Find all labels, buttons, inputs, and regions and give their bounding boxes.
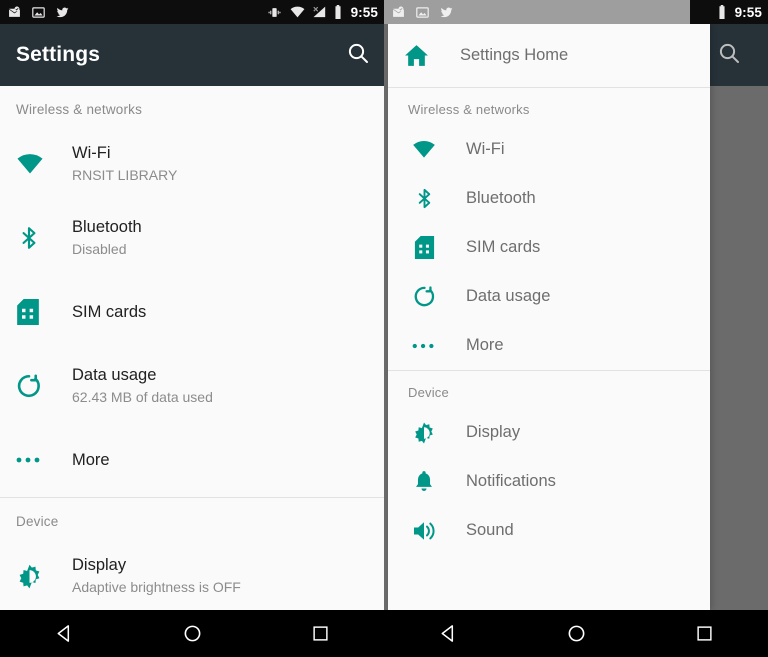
twitter-icon xyxy=(440,7,453,17)
settings-row-sim-cards[interactable]: SIM cards xyxy=(0,275,384,349)
drawer-item-label: Settings Home xyxy=(460,46,569,64)
more-dots-icon xyxy=(16,456,56,464)
settings-row-more[interactable]: More xyxy=(0,423,384,497)
drawer-item-more[interactable]: More xyxy=(388,321,710,370)
left-phone-screen: 9:55 Settings Wireless & networks Wi-Fi … xyxy=(0,0,384,657)
settings-toolbar: Settings xyxy=(0,24,384,86)
back-button[interactable] xyxy=(412,610,484,657)
bluetooth-icon xyxy=(16,225,56,251)
recents-button[interactable] xyxy=(668,610,740,657)
drawer-item-sound[interactable]: Sound xyxy=(388,506,710,555)
row-title: Bluetooth xyxy=(72,217,142,236)
settings-row-text: Bluetooth Disabled xyxy=(56,217,142,260)
drawer-item-label: SIM cards xyxy=(466,238,541,256)
sim-card-icon xyxy=(404,236,444,259)
data-usage-icon xyxy=(404,285,444,308)
image-icon xyxy=(32,6,45,18)
drawer-item-label: More xyxy=(466,336,504,354)
row-subtitle: Disabled xyxy=(72,241,127,258)
home-icon xyxy=(404,44,444,67)
settings-row-wifi[interactable]: Wi-Fi RNSIT LIBRARY xyxy=(0,127,384,201)
settings-row-text: SIM cards xyxy=(56,302,146,323)
status-bar-clock: 9:55 xyxy=(734,4,762,20)
vibrate-icon xyxy=(268,7,281,17)
drawer-section-header-wireless: Wireless & networks xyxy=(408,102,530,117)
drawer-section-header-device: Device xyxy=(408,385,449,400)
status-bar: 9:55 xyxy=(0,0,384,24)
search-icon[interactable] xyxy=(717,41,741,70)
sound-icon xyxy=(404,520,444,542)
bluetooth-icon xyxy=(404,187,444,210)
row-title: More xyxy=(72,450,110,469)
settings-row-text: Data usage 62.43 MB of data used xyxy=(56,365,213,408)
settings-row-bluetooth[interactable]: Bluetooth Disabled xyxy=(0,201,384,275)
row-title: Data usage xyxy=(72,365,157,384)
more-dots-icon xyxy=(404,342,444,350)
row-title: Display xyxy=(72,555,127,574)
drawer-item-notifications[interactable]: Notifications xyxy=(388,457,710,506)
settings-list[interactable]: Wireless & networks Wi-Fi RNSIT LIBRARY … xyxy=(0,86,384,610)
row-subtitle: 62.43 MB of data used xyxy=(72,389,213,406)
settings-row-display[interactable]: Display Adaptive brightness is OFF xyxy=(0,539,384,610)
wifi-icon xyxy=(404,140,444,159)
status-bar-clock: 9:55 xyxy=(350,4,378,20)
drawer-item-label: Bluetooth xyxy=(466,189,536,207)
page-title: Settings xyxy=(16,43,101,66)
wifi-icon xyxy=(16,153,56,175)
settings-row-data-usage[interactable]: Data usage 62.43 MB of data used xyxy=(0,349,384,423)
sim-card-icon xyxy=(16,299,56,325)
navigation-bar xyxy=(0,610,384,657)
right-phone-screen: 9:55 Settings Home Wireless & networks W… xyxy=(384,0,768,657)
wifi-icon xyxy=(290,6,304,18)
image-icon xyxy=(416,6,429,18)
row-title: SIM cards xyxy=(72,302,147,321)
drawer-item-wifi[interactable]: Wi-Fi xyxy=(388,125,710,174)
drawer-item-label: Data usage xyxy=(466,287,551,305)
data-usage-icon xyxy=(16,373,56,399)
section-header-device: Device xyxy=(16,514,59,529)
settings-row-text: Display Adaptive brightness is OFF xyxy=(56,555,241,598)
settings-row-text: More xyxy=(56,450,110,471)
search-icon[interactable] xyxy=(346,41,370,70)
status-bar-right-icons: 9:55 xyxy=(266,5,378,20)
back-button[interactable] xyxy=(28,610,100,657)
row-title: Wi-Fi xyxy=(72,143,111,162)
toolbar-actions xyxy=(346,41,370,70)
notifications-icon xyxy=(404,470,444,493)
email-icon xyxy=(393,6,404,17)
status-bar-unscrimmed-patch: 9:55 xyxy=(690,0,768,24)
drawer-item-label: Display xyxy=(466,423,521,441)
navigation-drawer[interactable]: Settings Home Wireless & networks Wi-Fi … xyxy=(388,24,710,610)
section-header-wireless: Wireless & networks xyxy=(16,102,143,117)
recents-button[interactable] xyxy=(284,610,356,657)
drawer-item-sim-cards[interactable]: SIM cards xyxy=(388,223,710,272)
battery-icon xyxy=(335,5,341,19)
home-button[interactable] xyxy=(156,610,228,657)
navigation-bar xyxy=(384,610,768,657)
drawer-item-data-usage[interactable]: Data usage xyxy=(388,272,710,321)
twitter-icon xyxy=(56,7,69,17)
brightness-icon xyxy=(404,421,444,445)
status-bar-left-icons xyxy=(391,6,454,19)
drawer-item-display[interactable]: Display xyxy=(388,408,710,457)
drawer-item-label: Sound xyxy=(466,521,514,539)
status-bar-left-icons xyxy=(7,6,70,19)
signal-off-icon xyxy=(313,6,325,18)
drawer-item-label: Wi-Fi xyxy=(466,140,505,158)
row-subtitle: Adaptive brightness is OFF xyxy=(72,579,241,596)
brightness-icon xyxy=(16,563,56,590)
battery-icon xyxy=(719,5,725,19)
settings-row-text: Wi-Fi RNSIT LIBRARY xyxy=(56,143,177,186)
email-icon xyxy=(9,6,20,17)
drawer-item-bluetooth[interactable]: Bluetooth xyxy=(388,174,710,223)
drawer-item-settings-home[interactable]: Settings Home xyxy=(388,24,710,87)
drawer-item-label: Notifications xyxy=(466,472,556,490)
screenshot-root: 9:55 Settings Wireless & networks Wi-Fi … xyxy=(0,0,768,657)
row-subtitle: RNSIT LIBRARY xyxy=(72,167,178,184)
home-button[interactable] xyxy=(540,610,612,657)
